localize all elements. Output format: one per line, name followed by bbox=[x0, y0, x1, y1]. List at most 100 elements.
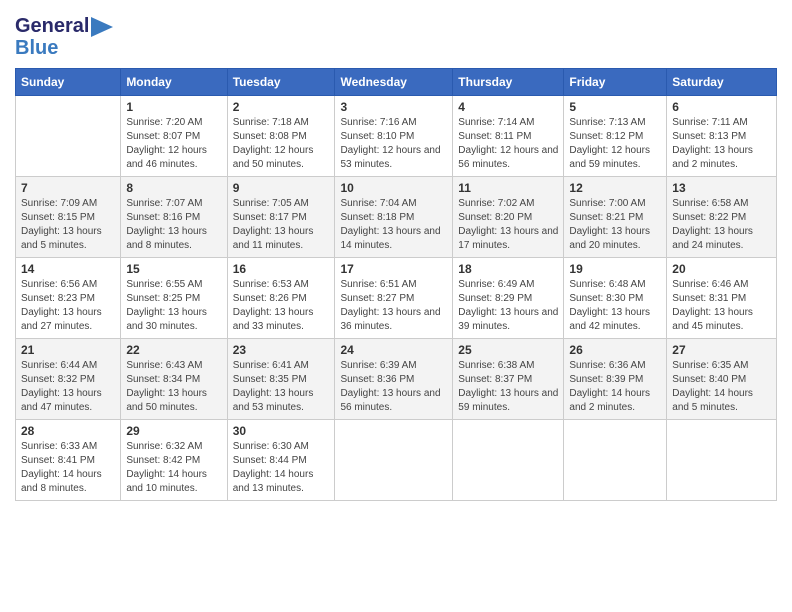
day-number: 19 bbox=[569, 262, 661, 276]
day-number: 11 bbox=[458, 181, 558, 195]
day-info: Sunrise: 7:14 AMSunset: 8:11 PMDaylight:… bbox=[458, 116, 558, 172]
day-info: Sunrise: 6:48 AMSunset: 8:30 PMDaylight:… bbox=[569, 278, 661, 334]
day-info: Sunrise: 7:18 AMSunset: 8:08 PMDaylight:… bbox=[233, 116, 330, 172]
day-cell: 21 Sunrise: 6:44 AMSunset: 8:32 PMDayligh… bbox=[16, 339, 121, 420]
day-cell bbox=[564, 420, 667, 501]
day-number: 22 bbox=[126, 343, 221, 357]
day-info: Sunrise: 6:38 AMSunset: 8:37 PMDaylight:… bbox=[458, 359, 558, 415]
day-info: Sunrise: 6:56 AMSunset: 8:23 PMDaylight:… bbox=[21, 278, 115, 334]
logo: General Blue bbox=[15, 15, 113, 60]
day-info: Sunrise: 6:49 AMSunset: 8:29 PMDaylight:… bbox=[458, 278, 558, 334]
day-cell: 22 Sunrise: 6:43 AMSunset: 8:34 PMDayligh… bbox=[121, 339, 227, 420]
day-number: 15 bbox=[126, 262, 221, 276]
day-cell: 1 Sunrise: 7:20 AMSunset: 8:07 PMDaylight… bbox=[121, 96, 227, 177]
day-number: 13 bbox=[672, 181, 771, 195]
day-cell: 6Sunrise: 7:11 AMSunset: 8:13 PMDaylight… bbox=[667, 96, 777, 177]
day-info: Sunrise: 6:46 AMSunset: 8:31 PMDaylight:… bbox=[672, 278, 771, 334]
day-number: 14 bbox=[21, 262, 115, 276]
day-cell: 17Sunrise: 6:51 AMSunset: 8:27 PMDayligh… bbox=[335, 258, 453, 339]
header-day-thursday: Thursday bbox=[453, 69, 564, 96]
logo-arrow-icon bbox=[91, 17, 113, 37]
day-cell: 19 Sunrise: 6:48 AMSunset: 8:30 PMDayligh… bbox=[564, 258, 667, 339]
header: General Blue bbox=[15, 10, 777, 60]
day-number: 21 bbox=[21, 343, 115, 357]
week-row-4: 28 Sunrise: 6:33 AMSunset: 8:41 PMDayligh… bbox=[16, 420, 777, 501]
day-info: Sunrise: 6:58 AMSunset: 8:22 PMDaylight:… bbox=[672, 197, 771, 253]
day-cell: 16Sunrise: 6:53 AMSunset: 8:26 PMDayligh… bbox=[227, 258, 335, 339]
day-cell: 8Sunrise: 7:07 AMSunset: 8:16 PMDaylight… bbox=[121, 177, 227, 258]
day-cell bbox=[16, 96, 121, 177]
day-info: Sunrise: 7:13 AMSunset: 8:12 PMDaylight:… bbox=[569, 116, 661, 172]
day-cell: 14 Sunrise: 6:56 AMSunset: 8:23 PMDayligh… bbox=[16, 258, 121, 339]
day-info: Sunrise: 6:33 AMSunset: 8:41 PMDaylight:… bbox=[21, 440, 115, 496]
day-cell: 3Sunrise: 7:16 AMSunset: 8:10 PMDaylight… bbox=[335, 96, 453, 177]
week-row-1: 7 Sunrise: 7:09 AMSunset: 8:15 PMDaylight… bbox=[16, 177, 777, 258]
day-cell: 26Sunrise: 6:36 AMSunset: 8:39 PMDayligh… bbox=[564, 339, 667, 420]
header-day-saturday: Saturday bbox=[667, 69, 777, 96]
page: General Blue SundayMondayTuesdayWednesda… bbox=[0, 0, 792, 612]
header-day-sunday: Sunday bbox=[16, 69, 121, 96]
day-number: 7 bbox=[21, 181, 115, 195]
header-day-monday: Monday bbox=[121, 69, 227, 96]
week-row-2: 14 Sunrise: 6:56 AMSunset: 8:23 PMDayligh… bbox=[16, 258, 777, 339]
day-info: Sunrise: 7:00 AMSunset: 8:21 PMDaylight:… bbox=[569, 197, 661, 253]
day-cell: 13 Sunrise: 6:58 AMSunset: 8:22 PMDayligh… bbox=[667, 177, 777, 258]
logo-text-general: General bbox=[15, 15, 89, 37]
header-day-wednesday: Wednesday bbox=[335, 69, 453, 96]
day-cell: 20 Sunrise: 6:46 AMSunset: 8:31 PMDayligh… bbox=[667, 258, 777, 339]
day-number: 28 bbox=[21, 424, 115, 438]
day-number: 25 bbox=[458, 343, 558, 357]
day-cell: 23 Sunrise: 6:41 AMSunset: 8:35 PMDayligh… bbox=[227, 339, 335, 420]
day-info: Sunrise: 6:55 AMSunset: 8:25 PMDaylight:… bbox=[126, 278, 221, 334]
day-number: 12 bbox=[569, 181, 661, 195]
day-info: Sunrise: 6:44 AMSunset: 8:32 PMDaylight:… bbox=[21, 359, 115, 415]
day-cell: 25 Sunrise: 6:38 AMSunset: 8:37 PMDayligh… bbox=[453, 339, 564, 420]
day-number: 23 bbox=[233, 343, 330, 357]
day-cell: 10 Sunrise: 7:04 AMSunset: 8:18 PMDayligh… bbox=[335, 177, 453, 258]
day-info: Sunrise: 6:32 AMSunset: 8:42 PMDaylight:… bbox=[126, 440, 221, 496]
day-cell: 9Sunrise: 7:05 AMSunset: 8:17 PMDaylight… bbox=[227, 177, 335, 258]
day-number: 24 bbox=[340, 343, 447, 357]
header-row: SundayMondayTuesdayWednesdayThursdayFrid… bbox=[16, 69, 777, 96]
day-number: 10 bbox=[340, 181, 447, 195]
day-number: 5 bbox=[569, 100, 661, 114]
day-number: 6 bbox=[672, 100, 771, 114]
day-cell: 29 Sunrise: 6:32 AMSunset: 8:42 PMDayligh… bbox=[121, 420, 227, 501]
day-info: Sunrise: 6:39 AMSunset: 8:36 PMDaylight:… bbox=[340, 359, 447, 415]
header-day-tuesday: Tuesday bbox=[227, 69, 335, 96]
day-number: 2 bbox=[233, 100, 330, 114]
day-number: 4 bbox=[458, 100, 558, 114]
day-info: Sunrise: 7:02 AMSunset: 8:20 PMDaylight:… bbox=[458, 197, 558, 253]
day-info: Sunrise: 7:04 AMSunset: 8:18 PMDaylight:… bbox=[340, 197, 447, 253]
day-info: Sunrise: 7:16 AMSunset: 8:10 PMDaylight:… bbox=[340, 116, 447, 172]
day-number: 16 bbox=[233, 262, 330, 276]
day-number: 9 bbox=[233, 181, 330, 195]
calendar-table: SundayMondayTuesdayWednesdayThursdayFrid… bbox=[15, 68, 777, 501]
day-info: Sunrise: 6:36 AMSunset: 8:39 PMDaylight:… bbox=[569, 359, 661, 415]
day-cell bbox=[453, 420, 564, 501]
day-cell: 27Sunrise: 6:35 AMSunset: 8:40 PMDayligh… bbox=[667, 339, 777, 420]
day-info: Sunrise: 7:20 AMSunset: 8:07 PMDaylight:… bbox=[126, 116, 221, 172]
day-cell: 28 Sunrise: 6:33 AMSunset: 8:41 PMDayligh… bbox=[16, 420, 121, 501]
day-cell: 7 Sunrise: 7:09 AMSunset: 8:15 PMDaylight… bbox=[16, 177, 121, 258]
logo-text-blue: Blue bbox=[15, 37, 58, 59]
day-cell bbox=[335, 420, 453, 501]
day-number: 17 bbox=[340, 262, 447, 276]
week-row-0: 1 Sunrise: 7:20 AMSunset: 8:07 PMDaylight… bbox=[16, 96, 777, 177]
day-info: Sunrise: 6:30 AMSunset: 8:44 PMDaylight:… bbox=[233, 440, 330, 496]
day-info: Sunrise: 6:35 AMSunset: 8:40 PMDaylight:… bbox=[672, 359, 771, 415]
day-info: Sunrise: 7:09 AMSunset: 8:15 PMDaylight:… bbox=[21, 197, 115, 253]
day-cell: 30Sunrise: 6:30 AMSunset: 8:44 PMDayligh… bbox=[227, 420, 335, 501]
day-number: 1 bbox=[126, 100, 221, 114]
day-number: 20 bbox=[672, 262, 771, 276]
day-cell: 18Sunrise: 6:49 AMSunset: 8:29 PMDayligh… bbox=[453, 258, 564, 339]
header-day-friday: Friday bbox=[564, 69, 667, 96]
day-cell: 5 Sunrise: 7:13 AMSunset: 8:12 PMDaylight… bbox=[564, 96, 667, 177]
day-cell: 15 Sunrise: 6:55 AMSunset: 8:25 PMDayligh… bbox=[121, 258, 227, 339]
day-info: Sunrise: 6:41 AMSunset: 8:35 PMDaylight:… bbox=[233, 359, 330, 415]
day-cell: 2 Sunrise: 7:18 AMSunset: 8:08 PMDaylight… bbox=[227, 96, 335, 177]
day-cell: 11 Sunrise: 7:02 AMSunset: 8:20 PMDayligh… bbox=[453, 177, 564, 258]
day-number: 29 bbox=[126, 424, 221, 438]
day-cell bbox=[667, 420, 777, 501]
day-info: Sunrise: 6:43 AMSunset: 8:34 PMDaylight:… bbox=[126, 359, 221, 415]
